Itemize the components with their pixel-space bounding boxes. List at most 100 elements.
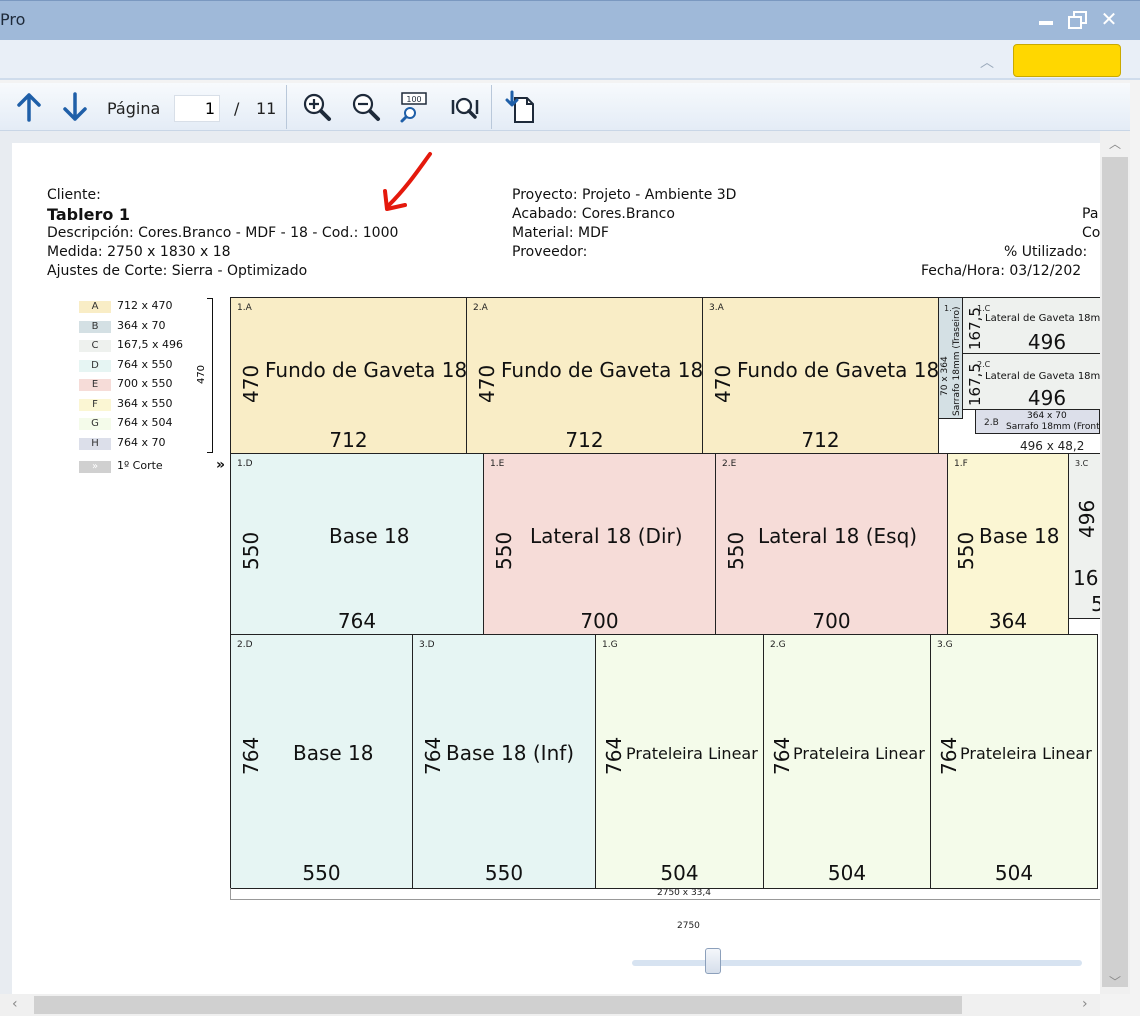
- scroll-down-icon[interactable]: ﹀: [1100, 973, 1130, 990]
- piece-1D[interactable]: 1.D 550 Base 18 764: [230, 453, 484, 635]
- first-cut-marker: »: [216, 457, 226, 473]
- fecha-text: Fecha/Hora: 03/12/202: [921, 263, 1082, 279]
- legend-dims: 364 x 70: [117, 318, 166, 332]
- piece-2C[interactable]: 2.C 167,5 Lateral de Gaveta 18mm 496: [962, 353, 1100, 410]
- red-arrow-annotation: [383, 152, 432, 211]
- piece-name: Base 18: [293, 741, 374, 765]
- piece-name: Prateleira Linear: [793, 744, 925, 763]
- height-dimension-marker: [207, 298, 213, 453]
- piece-2D[interactable]: 2.D 764 Base 18 550: [230, 634, 413, 889]
- piece-3G[interactable]: 3.G 764 Prateleira Linear 504: [930, 634, 1098, 889]
- legend-swatch: H: [79, 437, 111, 450]
- bottom-waste-strip: 2750 x 33,4: [230, 888, 1100, 900]
- yellow-action-button[interactable]: [1013, 44, 1121, 77]
- page-separator: /: [234, 99, 240, 118]
- legend-swatch: G: [79, 418, 111, 430]
- piece-name: Fundo de Gaveta 18: [501, 358, 703, 382]
- page-number-input[interactable]: [174, 95, 220, 122]
- header-right-2: Co: [1082, 225, 1100, 241]
- piece-2G[interactable]: 2.G 764 Prateleira Linear 504: [763, 634, 931, 889]
- piece-width: 496: [1027, 330, 1067, 354]
- piece-2A[interactable]: 2.A 470 Fundo de Gaveta 18 712: [466, 297, 703, 454]
- piece-1B[interactable]: 1. 70 x 364 Sarrafo 18mm (Traseiro): [938, 297, 963, 419]
- piece-name: Prateleira Linear: [626, 744, 758, 763]
- legend-swatch: B: [79, 320, 111, 333]
- piece-name: Base 18: [979, 524, 1060, 548]
- piece-width: 764: [337, 609, 377, 633]
- piece-width: 712: [565, 428, 604, 452]
- scroll-right-icon[interactable]: ›: [1082, 996, 1088, 1012]
- piece-name: Lateral de Gaveta 18mm (: [985, 313, 1100, 324]
- piece-width: 504: [994, 861, 1034, 885]
- piece-1C[interactable]: 1.C 167,5 Lateral de Gaveta 18mm ( 496: [962, 297, 1100, 354]
- piece-id: 1.F: [954, 459, 968, 469]
- piece-2E[interactable]: 2.E 550 Lateral 18 (Esq) 700: [715, 453, 948, 635]
- zoom-slider-thumb[interactable]: [705, 948, 721, 974]
- piece-1E[interactable]: 1.E 550 Lateral 18 (Dir) 700: [483, 453, 716, 635]
- piece-id: 2.A: [473, 303, 488, 313]
- legend-dims: 764 x 70: [117, 435, 166, 449]
- piece-name: Base 18 (Inf): [446, 741, 575, 765]
- piece-name: Lateral 18 (Dir): [530, 524, 683, 548]
- piece-1F[interactable]: 1.F 550 Base 18 364: [947, 453, 1069, 635]
- medida-text: Medida: 2750 x 1830 x 18: [47, 244, 231, 260]
- proveedor-text: Proveedor:: [512, 244, 588, 260]
- minimize-button[interactable]: [1035, 8, 1059, 30]
- legend-dims: 364 x 550: [117, 396, 173, 410]
- piece-width: 712: [329, 428, 368, 452]
- legend-swatch: F: [79, 398, 111, 411]
- collapse-ribbon-icon[interactable]: ︿: [976, 52, 998, 71]
- vertical-scroll-thumb[interactable]: [1102, 157, 1128, 987]
- legend-dims: 167,5 x 496: [117, 338, 183, 351]
- document-viewport[interactable]: Cliente: Tablero 1 Descripción: Cores.Br…: [0, 131, 1100, 994]
- waste-label: 496 x 48,2: [1020, 439, 1085, 453]
- previous-page-icon[interactable]: [12, 90, 46, 124]
- scroll-up-icon[interactable]: ︿: [1100, 135, 1130, 152]
- total-width-label: 2750: [677, 921, 700, 931]
- piece-3A[interactable]: 3.A 470 Fundo de Gaveta 18 712: [702, 297, 939, 454]
- height-dimension-label: 470: [196, 364, 208, 385]
- piece-1G[interactable]: 1.G 764 Prateleira Linear 504: [595, 634, 764, 889]
- piece-height: 470: [475, 364, 499, 403]
- piece-width: 700: [580, 609, 619, 633]
- vertical-scrollbar[interactable]: ︿ ﹀: [1100, 131, 1130, 994]
- zoom-100-icon[interactable]: 100: [398, 90, 432, 124]
- scroll-left-icon[interactable]: ‹: [12, 996, 18, 1012]
- piece-id: 1.E: [490, 459, 505, 469]
- piece-3D[interactable]: 3.D 764 Base 18 (Inf) 550: [412, 634, 596, 889]
- piece-name: Lateral de Gaveta 18mm: [985, 371, 1100, 382]
- zoom-in-icon[interactable]: [300, 90, 334, 124]
- next-page-icon[interactable]: [58, 90, 92, 124]
- piece-height: 470: [711, 364, 735, 403]
- descripcion-text: Descripción: Cores.Branco - MDF - 18 - C…: [47, 225, 399, 241]
- horizontal-scroll-thumb[interactable]: [34, 996, 962, 1014]
- svg-text:100: 100: [406, 95, 421, 104]
- toolbar-separator: [286, 85, 287, 129]
- close-button[interactable]: ✕: [1097, 8, 1121, 30]
- piece-3C[interactable]: 3.C 496 16 5: [1068, 453, 1100, 619]
- export-page-icon[interactable]: [503, 90, 537, 124]
- zoom-fit-icon[interactable]: [448, 90, 482, 124]
- zoom-out-icon[interactable]: [349, 90, 383, 124]
- piece-height: 764: [770, 736, 794, 775]
- restore-button[interactable]: [1064, 8, 1088, 30]
- legend-swatch: D: [79, 359, 111, 372]
- piece-id: 1.D: [237, 459, 253, 469]
- piece-dims: 70 x 364: [940, 356, 950, 396]
- preview-toolbar: Página / 11 100: [0, 83, 1130, 131]
- legend-dims: 764 x 550: [117, 357, 173, 371]
- piece-height: 550: [492, 531, 516, 570]
- tablero-title: Tablero 1: [47, 205, 131, 224]
- piece-id: 3.G: [937, 640, 953, 650]
- ajustes-text: Ajustes de Corte: Sierra - Optimizado: [47, 263, 308, 279]
- piece-1A[interactable]: 1.A 470 Fundo de Gaveta 18 712: [230, 297, 467, 454]
- zoom-slider-track[interactable]: [632, 960, 1082, 966]
- piece-width: 16: [1073, 566, 1099, 590]
- page-label: Página: [107, 99, 161, 118]
- horizontal-scrollbar[interactable]: ‹ ›: [0, 994, 1100, 1016]
- piece-id: 2.E: [722, 459, 737, 469]
- piece-2B[interactable]: 2.B 364 x 70 Sarrafo 18mm (Frontal): [975, 409, 1100, 434]
- piece-height: 764: [937, 736, 961, 775]
- piece-name: Fundo de Gaveta 18: [265, 358, 467, 382]
- app-window: Pro ✕ ︿ Página / 11 1: [0, 0, 1140, 1016]
